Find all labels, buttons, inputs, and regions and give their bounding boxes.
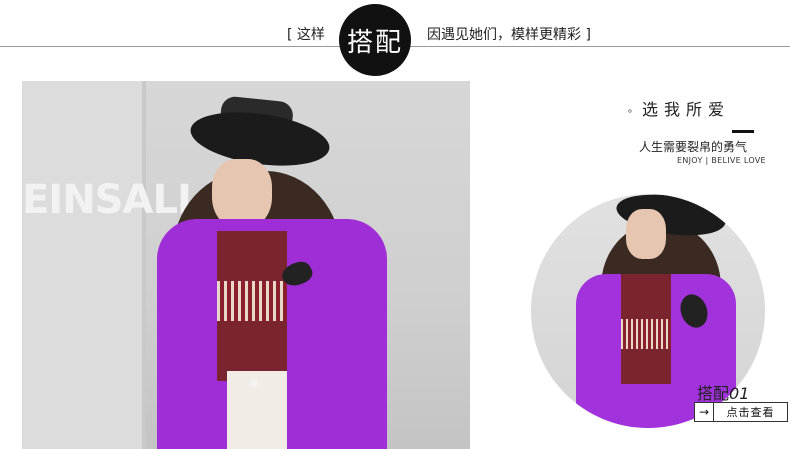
header-left-text: [ 这样 [287, 27, 325, 43]
header-right-text: 因遇见她们，模样更精彩 ] [427, 27, 591, 43]
section-subtitle-en: ENJOY | BELIVE LOVE [677, 156, 766, 165]
section-subtitle: 人生需要裂帛的勇气 [639, 140, 748, 154]
view-outfit-button[interactable]: → 点击查看 [694, 402, 788, 422]
title-dot: 。 [628, 104, 638, 115]
header-bar: [ 这样 搭配 因遇见她们，模样更精彩 ] [0, 0, 790, 80]
arrow-right-icon: → [695, 403, 714, 421]
section-title: 选我所爱 [642, 100, 731, 119]
wall-panel [22, 81, 142, 449]
store-signage: EINSALL [22, 177, 202, 223]
title-underline [732, 130, 754, 133]
coat-button [250, 379, 258, 387]
thumb-model-face [626, 209, 666, 259]
outfit-label: 搭配01 [697, 384, 750, 403]
main-outfit-photo[interactable]: EINSALL [22, 81, 470, 449]
header-badge: 搭配 [339, 4, 411, 76]
wall-divider [142, 81, 146, 449]
sweater-pattern [217, 281, 287, 321]
view-outfit-label: 点击查看 [726, 406, 775, 419]
outfit-number: 01 [729, 384, 750, 403]
thumb-sweater-pattern [621, 319, 671, 349]
